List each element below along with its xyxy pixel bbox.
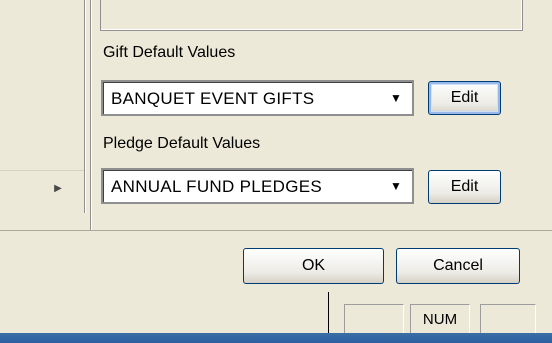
gift-edit-button[interactable]: Edit bbox=[428, 81, 501, 115]
scroll-right-icon[interactable]: ▶ bbox=[52, 181, 64, 195]
left-panel-scrollbar[interactable]: ▶ bbox=[0, 170, 84, 206]
chevron-down-icon[interactable]: ▼ bbox=[384, 85, 408, 111]
cancel-button[interactable]: Cancel bbox=[396, 248, 520, 284]
chevron-down-icon[interactable]: ▼ bbox=[384, 173, 408, 199]
pledge-defaults-select[interactable]: ANNUAL FUND PLEDGES ▼ bbox=[101, 168, 414, 204]
ok-button[interactable]: OK bbox=[243, 248, 384, 284]
top-list-box bbox=[100, 0, 523, 31]
num-lock-indicator: NUM bbox=[410, 304, 470, 334]
gift-defaults-selected-value: BANQUET EVENT GIFTS bbox=[111, 89, 315, 108]
taskbar-strip bbox=[0, 333, 552, 343]
status-bar-divider bbox=[328, 292, 329, 334]
pledge-edit-button[interactable]: Edit bbox=[428, 170, 501, 204]
status-cell-empty-1 bbox=[344, 304, 404, 334]
status-cell-empty-2 bbox=[480, 304, 536, 334]
pledge-defaults-label: Pledge Default Values bbox=[103, 135, 261, 152]
dialog-separator bbox=[0, 230, 552, 231]
gift-defaults-label: Gift Default Values bbox=[103, 44, 236, 61]
pledge-defaults-selected-value: ANNUAL FUND PLEDGES bbox=[111, 177, 323, 196]
gift-defaults-select[interactable]: BANQUET EVENT GIFTS ▼ bbox=[101, 80, 414, 116]
